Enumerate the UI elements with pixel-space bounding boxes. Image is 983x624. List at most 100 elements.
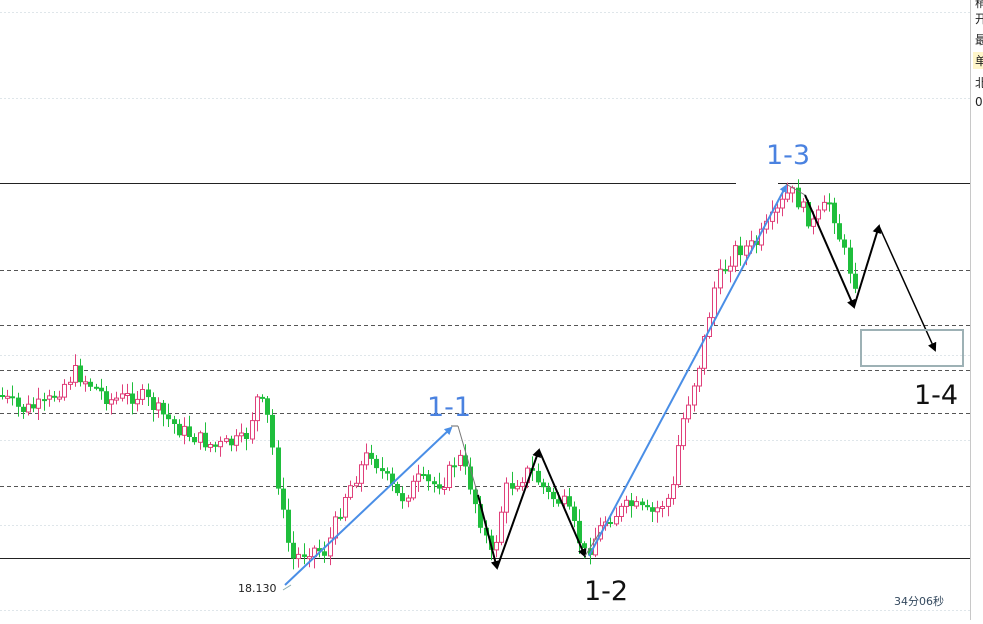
candle-body bbox=[629, 500, 634, 507]
candle-body bbox=[322, 551, 327, 556]
candle-body bbox=[26, 403, 31, 413]
candle-body bbox=[744, 245, 749, 256]
candle-body bbox=[302, 554, 307, 557]
candle-body bbox=[437, 484, 442, 489]
candle-body bbox=[827, 202, 832, 205]
candle-body bbox=[135, 398, 140, 405]
candle-body bbox=[738, 245, 743, 256]
candle-body bbox=[686, 404, 691, 420]
candle-body bbox=[203, 432, 208, 448]
candle-body bbox=[728, 265, 733, 272]
candle-body bbox=[718, 268, 723, 289]
candle-body bbox=[853, 273, 858, 289]
candle-body bbox=[151, 397, 156, 410]
candle-body bbox=[109, 399, 114, 405]
candle-body bbox=[296, 553, 301, 560]
candle-body bbox=[161, 402, 166, 415]
line-gap bbox=[736, 180, 778, 186]
candle-body bbox=[120, 393, 125, 399]
wave-arrow bbox=[538, 449, 587, 558]
candle-body bbox=[510, 483, 515, 489]
candle-body bbox=[47, 395, 52, 400]
wave-arrow bbox=[496, 448, 541, 569]
candle-body bbox=[416, 473, 421, 482]
wave-label-1-1: 1-1 bbox=[427, 392, 472, 423]
candle-body bbox=[832, 202, 837, 224]
candle-body bbox=[198, 432, 203, 443]
candle-body bbox=[458, 454, 463, 466]
candle-body bbox=[16, 397, 21, 407]
side-row-3: 单 bbox=[973, 52, 983, 69]
wave-arrow bbox=[284, 426, 453, 586]
candle-body bbox=[676, 445, 681, 486]
candle-body bbox=[666, 497, 671, 507]
candle-body bbox=[842, 239, 847, 248]
candle-body bbox=[88, 381, 93, 387]
candle-body bbox=[255, 396, 260, 422]
candle-body bbox=[224, 438, 229, 442]
candle-body bbox=[426, 474, 431, 482]
candle-body bbox=[572, 506, 577, 521]
candle-body bbox=[192, 437, 197, 443]
candle-body bbox=[369, 452, 374, 459]
candle-body bbox=[276, 447, 281, 489]
candle-body bbox=[182, 425, 187, 436]
candle-body bbox=[567, 496, 572, 507]
candle-body bbox=[432, 481, 437, 485]
candle-body bbox=[395, 484, 400, 494]
candle-body bbox=[447, 464, 452, 488]
candle-body bbox=[31, 404, 36, 409]
candle-body bbox=[286, 509, 291, 543]
candle-body bbox=[10, 396, 15, 399]
candle-body bbox=[619, 505, 624, 517]
candle-body bbox=[83, 381, 88, 385]
candle-body bbox=[692, 385, 697, 406]
candle-body bbox=[494, 541, 499, 551]
candle-body bbox=[385, 471, 390, 474]
candle-body bbox=[140, 389, 145, 400]
candle-body bbox=[749, 240, 754, 247]
candle-body bbox=[130, 393, 135, 404]
candle-body bbox=[562, 495, 567, 505]
candle-body bbox=[260, 396, 265, 399]
wave-label-1-2: 1-2 bbox=[584, 576, 629, 607]
candle-body bbox=[421, 474, 426, 476]
candle-body bbox=[21, 406, 26, 412]
candle-body bbox=[36, 398, 41, 409]
candle-body bbox=[614, 516, 619, 525]
candle-body bbox=[5, 395, 10, 399]
candle-body bbox=[94, 386, 99, 389]
candle-body bbox=[515, 485, 520, 490]
candle-body bbox=[712, 287, 717, 319]
side-row-1: 开 bbox=[975, 10, 983, 27]
candle-body bbox=[265, 398, 270, 415]
candle-body bbox=[660, 506, 665, 509]
candle-body bbox=[270, 414, 275, 448]
candle-body bbox=[624, 499, 629, 507]
candle-body bbox=[146, 389, 151, 398]
side-row-4: 北 bbox=[975, 74, 983, 91]
candle-body bbox=[848, 247, 853, 274]
chart-canvas bbox=[0, 12, 970, 611]
candle-body bbox=[551, 491, 556, 500]
wave-arrows bbox=[282, 183, 937, 591]
side-info-panel: 稍 开 最 单 北 0 bbox=[970, 0, 983, 620]
candle-body bbox=[208, 444, 213, 448]
low-price-pointer bbox=[282, 584, 292, 591]
target-zone-box bbox=[860, 329, 964, 367]
side-row-2: 最 bbox=[975, 31, 983, 48]
candle-body bbox=[780, 198, 785, 209]
candle-body bbox=[785, 192, 790, 200]
candles bbox=[0, 179, 858, 570]
candle-body bbox=[78, 365, 83, 383]
candle-body bbox=[213, 444, 218, 447]
candle-body bbox=[57, 396, 62, 400]
candle-body bbox=[187, 426, 192, 437]
candle-body bbox=[364, 452, 369, 466]
candle-body bbox=[733, 245, 738, 267]
candle-body bbox=[244, 433, 249, 439]
candle-body bbox=[177, 423, 182, 436]
candle-body bbox=[218, 440, 223, 448]
candle-body bbox=[338, 516, 343, 519]
candle-body bbox=[822, 201, 827, 211]
